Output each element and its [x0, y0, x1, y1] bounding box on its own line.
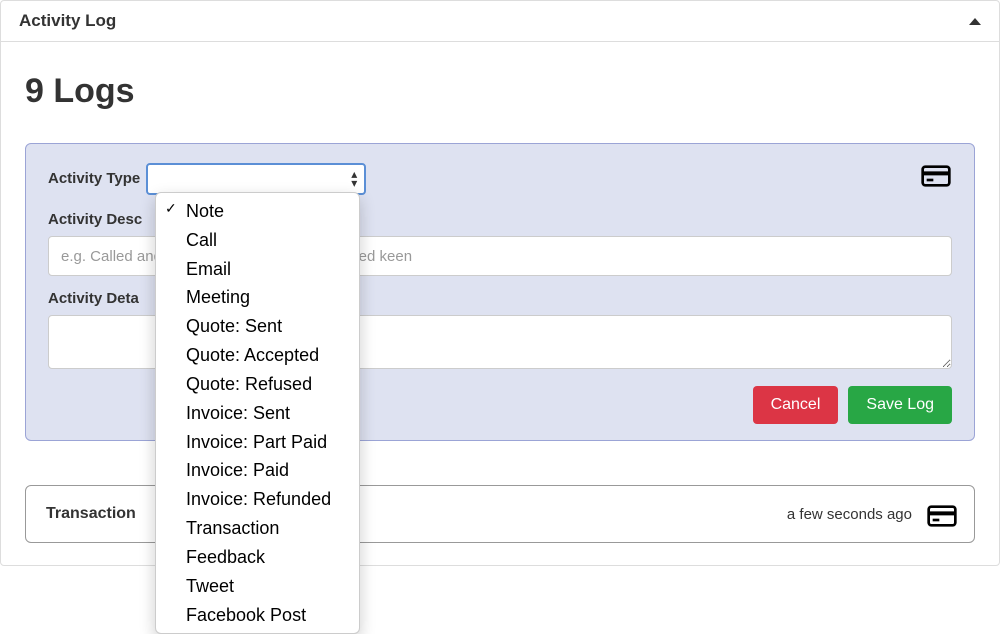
dropdown-option[interactable]: Quote: Accepted [156, 341, 359, 370]
select-arrows-icon: ▴▾ [351, 170, 357, 188]
dropdown-option[interactable]: Quote: Refused [156, 370, 359, 399]
caret-up-icon [969, 18, 981, 25]
dropdown-option[interactable]: Note [156, 197, 359, 226]
log-entry-title-prefix: Transaction [46, 505, 136, 522]
dropdown-option[interactable]: Invoice: Paid [156, 456, 359, 485]
dropdown-option[interactable]: Quote: Sent [156, 312, 359, 341]
cancel-button[interactable]: Cancel [753, 386, 839, 424]
log-entry-time: a few seconds ago [787, 506, 912, 523]
activity-type-select[interactable]: ▴▾ [146, 163, 366, 195]
dropdown-option[interactable]: Tweet [156, 572, 359, 601]
activity-type-label: Activity Type [48, 170, 140, 187]
dropdown-option[interactable]: Invoice: Part Paid [156, 428, 359, 457]
save-log-button[interactable]: Save Log [848, 386, 952, 424]
page-title: 9 Logs [25, 72, 975, 111]
dropdown-option[interactable]: Call [156, 226, 359, 255]
log-entry-meta: a few seconds ago [787, 500, 954, 528]
panel-header[interactable]: Activity Log [1, 1, 999, 42]
credit-card-icon [926, 500, 954, 528]
dropdown-option[interactable]: Invoice: Sent [156, 399, 359, 428]
dropdown-option[interactable]: Email [156, 255, 359, 284]
dropdown-option[interactable]: Facebook Post [156, 601, 359, 630]
type-field: Activity Type ▴▾ [48, 163, 366, 195]
dropdown-option[interactable]: Transaction [156, 514, 359, 543]
credit-card-icon [920, 160, 952, 197]
dropdown-option[interactable]: Feedback [156, 543, 359, 572]
panel-body: 9 Logs Activity Type ▴▾ Activity Desc Ac [1, 42, 999, 565]
activity-log-panel: Activity Log 9 Logs Activity Type ▴▾ Act… [0, 0, 1000, 566]
dropdown-option[interactable]: Invoice: Refunded [156, 485, 359, 514]
panel-title: Activity Log [19, 11, 116, 31]
dropdown-option[interactable]: Meeting [156, 283, 359, 312]
